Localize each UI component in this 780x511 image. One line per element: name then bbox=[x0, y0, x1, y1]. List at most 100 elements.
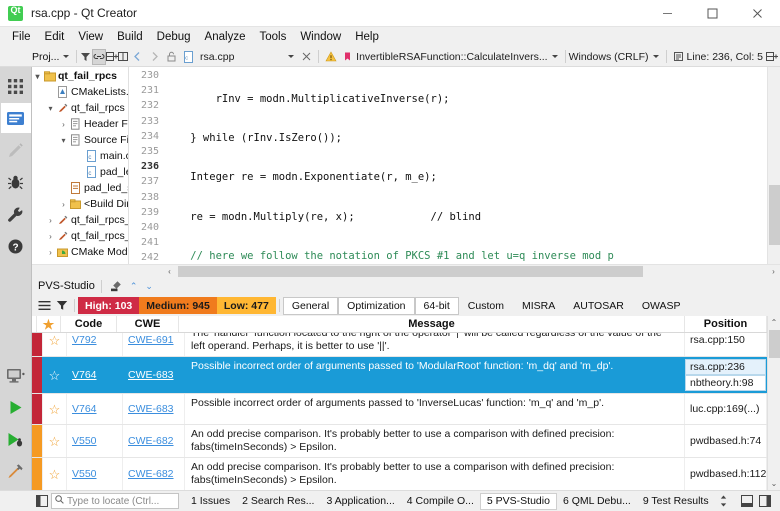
text-encoding-icon[interactable] bbox=[670, 49, 687, 65]
mode-projects[interactable] bbox=[1, 199, 31, 229]
mode-edit[interactable] bbox=[1, 103, 31, 133]
warning-icon[interactable] bbox=[322, 49, 339, 65]
menu-debug[interactable]: Debug bbox=[150, 28, 198, 46]
table-row-selected[interactable]: ☆ V764 CWE-683 Possible incorrect order … bbox=[32, 357, 767, 394]
message-position[interactable]: rsa.cpp:150 bbox=[685, 333, 767, 356]
favorite-star-toggle[interactable]: ☆ bbox=[43, 333, 67, 356]
output-pane-pvs-studio[interactable]: 5 PVS-Studio bbox=[480, 493, 557, 510]
unlocked-icon[interactable] bbox=[163, 49, 180, 65]
menu-build[interactable]: Build bbox=[110, 28, 150, 46]
twisty-down-icon[interactable]: ▾ bbox=[45, 104, 56, 113]
menu-view[interactable]: View bbox=[71, 28, 110, 46]
message-code[interactable]: V792 bbox=[67, 333, 123, 356]
link-with-editor-icon[interactable] bbox=[92, 49, 106, 65]
prev-message-icon[interactable]: ⌃ bbox=[126, 281, 142, 292]
position-entry[interactable]: rsa.cpp:236 bbox=[685, 359, 766, 375]
mode-welcome[interactable] bbox=[1, 71, 31, 101]
file-dropdown-chevron-down-icon[interactable] bbox=[288, 55, 294, 58]
mode-help[interactable]: ? bbox=[1, 231, 31, 261]
kit-selector-monitor-icon[interactable] bbox=[1, 360, 31, 390]
message-cwe[interactable]: CWE-691 bbox=[123, 333, 185, 356]
tree-item-qt-fail-rpcs-a1[interactable]: › qt_fail_rpcs_a bbox=[32, 212, 128, 228]
mode-debug[interactable] bbox=[1, 167, 31, 197]
menu-tools[interactable]: Tools bbox=[252, 28, 293, 46]
toggle-right-sidebar-icon[interactable] bbox=[756, 492, 774, 510]
output-pane-qml-debugger[interactable]: 6 QML Debu... bbox=[557, 493, 637, 510]
symbol-selector[interactable]: InvertibleRSAFunction::CalculateInvers..… bbox=[356, 51, 561, 63]
tree-item-qt-fail-rpcs[interactable]: ▾ qt_fail_rpcs bbox=[32, 68, 128, 84]
favorite-star-toggle[interactable]: ☆ bbox=[43, 394, 67, 424]
position-column-header[interactable]: Position bbox=[685, 316, 767, 332]
scroll-left-arrow-icon[interactable]: ‹ bbox=[163, 265, 176, 278]
favorite-column-header[interactable]: ★ bbox=[37, 316, 61, 332]
twisty-right-icon[interactable]: › bbox=[58, 120, 69, 129]
output-pane-search-results[interactable]: 2 Search Res... bbox=[236, 493, 320, 510]
close-split-icon[interactable] bbox=[118, 49, 129, 65]
table-row[interactable]: ☆ V550 CWE-682 An odd precise comparison… bbox=[32, 425, 767, 458]
close-file-icon[interactable] bbox=[298, 49, 315, 65]
build-hammer-icon[interactable] bbox=[1, 456, 31, 486]
toggle-left-sidebar-icon[interactable] bbox=[33, 492, 51, 510]
message-position[interactable]: pwdbased.h:112 bbox=[685, 458, 767, 490]
current-file-name[interactable]: rsa.cpp bbox=[200, 51, 234, 63]
message-column-header[interactable]: Message bbox=[179, 316, 685, 332]
clear-icon[interactable] bbox=[108, 277, 126, 295]
tree-item-source-files[interactable]: ▾ Source File bbox=[32, 132, 128, 148]
group-filter-custom[interactable]: Custom bbox=[459, 297, 513, 315]
tree-item-cmake-modules[interactable]: › CMake Modu bbox=[32, 244, 128, 260]
cwe-column-header[interactable]: CWE bbox=[117, 316, 179, 332]
twisty-right-icon[interactable]: › bbox=[45, 232, 56, 241]
message-code[interactable]: V764 bbox=[67, 357, 123, 393]
group-filter-misra[interactable]: MISRA bbox=[513, 297, 564, 315]
navigate-back-icon[interactable] bbox=[129, 49, 146, 65]
group-filter-owasp[interactable]: OWASP bbox=[633, 297, 690, 315]
tree-item-main-cpp[interactable]: c main.c bbox=[32, 148, 128, 164]
twisty-right-icon[interactable]: › bbox=[45, 216, 56, 225]
severity-filter-medium[interactable]: Medium: 945 bbox=[139, 297, 217, 314]
menu-window[interactable]: Window bbox=[293, 28, 348, 46]
group-filter-autosar[interactable]: AUTOSAR bbox=[564, 297, 633, 315]
severity-filter-low[interactable]: Low: 477 bbox=[217, 297, 276, 314]
hamburger-menu-icon[interactable] bbox=[35, 297, 53, 315]
menu-analyze[interactable]: Analyze bbox=[198, 28, 253, 46]
minimize-output-icon[interactable] bbox=[738, 492, 756, 510]
message-cwe[interactable]: CWE-682 bbox=[123, 425, 185, 457]
favorite-star-toggle[interactable]: ☆ bbox=[43, 458, 67, 490]
message-cwe[interactable]: CWE-683 bbox=[123, 394, 185, 424]
tree-item-qt-fail-rpcs-a2[interactable]: › qt_fail_rpcs_a bbox=[32, 228, 128, 244]
message-position[interactable]: pwdbased.h:74 bbox=[685, 425, 767, 457]
menu-file[interactable]: File bbox=[5, 28, 38, 46]
tree-item-target-qt-fail-rpcs[interactable]: ▾ qt_fail_rpcs bbox=[32, 100, 128, 116]
group-filter-general[interactable]: General bbox=[283, 297, 338, 315]
tree-item-header-files[interactable]: › Header Fil bbox=[32, 116, 128, 132]
menu-help[interactable]: Help bbox=[348, 28, 386, 46]
editor-horizontal-scrollbar[interactable]: ‹ › bbox=[32, 264, 780, 277]
table-row[interactable]: ☆ V764 CWE-683 Possible incorrect order … bbox=[32, 394, 767, 425]
split-icon[interactable] bbox=[763, 49, 780, 65]
tree-item-pad-led-s[interactable]: pad_led_s bbox=[32, 180, 128, 196]
mode-design[interactable] bbox=[1, 135, 31, 165]
run-play-icon[interactable] bbox=[1, 392, 31, 422]
message-cwe[interactable]: CWE-682 bbox=[123, 458, 185, 490]
table-vertical-scrollbar[interactable]: ⌃ ⌄ bbox=[767, 316, 780, 490]
project-selector[interactable]: Proj... bbox=[32, 51, 73, 63]
editor-hscroll-thumb[interactable] bbox=[178, 266, 643, 277]
navigate-forward-icon[interactable] bbox=[146, 49, 163, 65]
output-pane-issues[interactable]: 1 Issues bbox=[185, 493, 236, 510]
tree-item-build-dir[interactable]: › <Build Dir bbox=[32, 196, 128, 212]
severity-filter-high[interactable]: High: 103 bbox=[78, 297, 139, 314]
favorite-star-toggle[interactable]: ☆ bbox=[43, 357, 67, 393]
message-code[interactable]: V764 bbox=[67, 394, 123, 424]
editor-scroll-thumb[interactable] bbox=[769, 185, 780, 245]
message-code[interactable]: V550 bbox=[67, 425, 123, 457]
position-entry[interactable]: nbtheory.h:98 bbox=[685, 375, 766, 391]
group-filter-64bit[interactable]: 64-bit bbox=[415, 297, 459, 315]
project-tree[interactable]: ▾ qt_fail_rpcs CMakeLists.txt bbox=[32, 67, 129, 264]
split-horizontally-icon[interactable] bbox=[106, 49, 118, 65]
message-position[interactable]: luc.cpp:169(...) bbox=[685, 394, 767, 424]
twisty-down-icon[interactable]: ▾ bbox=[58, 136, 69, 145]
filter-icon[interactable] bbox=[80, 49, 91, 65]
favorite-star-toggle[interactable]: ☆ bbox=[43, 425, 67, 457]
menu-edit[interactable]: Edit bbox=[38, 28, 72, 46]
group-filter-optimization[interactable]: Optimization bbox=[338, 297, 414, 315]
